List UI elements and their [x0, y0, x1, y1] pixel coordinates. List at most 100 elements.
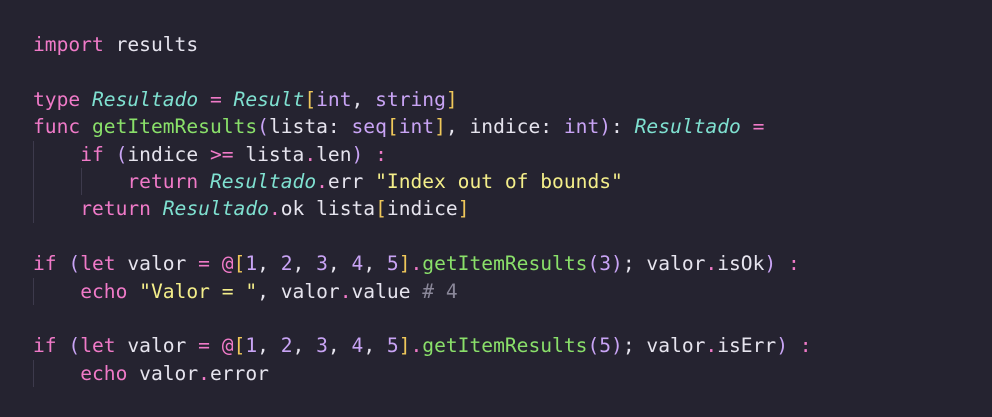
code-token-punct: :	[611, 115, 623, 139]
code-token-operator: :	[788, 252, 800, 276]
code-token-number: 4	[351, 334, 364, 358]
code-token-prop: ok	[280, 197, 305, 221]
indent-guide	[33, 359, 34, 388]
code-token-paren: )	[599, 115, 612, 139]
code-token-plain: ; valor	[622, 252, 706, 276]
code-token-operator: .	[410, 334, 423, 358]
code-token-punct: ,	[363, 334, 387, 358]
code-lines: import results type Resultado = Result[i…	[33, 31, 992, 388]
code-token-operator: =	[752, 115, 765, 139]
code-token-operator: =	[209, 87, 222, 111]
code-token-func: getItemResults	[422, 334, 588, 358]
code-token-plain: lista	[304, 197, 376, 221]
code-token-builtin: int	[398, 115, 435, 139]
code-token-func: getItemResults	[422, 252, 588, 276]
code-line-5: if (indice >= lista.len) :	[33, 140, 992, 168]
code-token-bracket: [	[304, 87, 317, 111]
indent-guide	[33, 140, 34, 168]
code-line-6: return Resultado.err "Index out of bound…	[33, 167, 992, 196]
code-token-paren: (	[68, 252, 81, 276]
code-token-plain: valor	[115, 334, 199, 358]
code-token-number: 2	[280, 252, 293, 276]
code-token-number: 1	[245, 252, 258, 276]
code-token-type: Resultado	[162, 197, 269, 221]
code-token-operator: .	[268, 197, 281, 221]
code-line-1: import results	[33, 31, 992, 58]
code-token-keyword: echo	[80, 279, 128, 303]
code-editor[interactable]: import results type Resultado = Result[i…	[0, 0, 992, 417]
code-token-plain: lista	[268, 115, 328, 139]
code-token-plain: valor	[115, 252, 199, 276]
code-token-plain: , valor	[257, 279, 340, 303]
code-token-punct: ,	[257, 334, 281, 358]
code-token-prop: value	[351, 279, 411, 303]
code-token-paren: (	[68, 334, 81, 358]
code-token-keyword: return	[80, 197, 151, 221]
code-token-operator: =	[198, 252, 210, 276]
indent-guide	[33, 167, 34, 196]
code-token-plain: indice	[127, 142, 199, 166]
code-token-keyword: func	[33, 115, 81, 139]
code-token-plain: valor	[127, 361, 199, 385]
code-token-prop: err	[327, 169, 364, 193]
code-token-prop: isErr	[717, 334, 777, 358]
code-line-12: if (let valor = @[1, 2, 3, 4, 5].getItem…	[33, 332, 992, 359]
code-token-keyword: if	[80, 142, 104, 166]
code-token-string: "Valor = "	[139, 279, 258, 303]
code-token-bracket: ]	[434, 115, 446, 139]
code-token-punct: ,	[292, 252, 317, 276]
code-token-operator: .	[316, 169, 328, 193]
code-token-paren: )	[764, 252, 777, 276]
code-token-operator: =	[198, 334, 210, 358]
code-token-punct: ,	[351, 87, 376, 111]
code-token-number: 1	[245, 334, 258, 358]
code-line-9: if (let valor = @[1, 2, 3, 4, 5].getItem…	[33, 250, 992, 277]
code-token-punct: ,	[292, 334, 317, 358]
indent-guide	[81, 167, 82, 196]
indent-guide	[33, 195, 34, 223]
code-token-bracket: ]	[398, 252, 411, 276]
code-token-plain: results	[103, 33, 199, 56]
code-token-operator: :	[375, 142, 387, 166]
code-token-number: 3	[316, 334, 328, 358]
code-token-operator: .	[410, 252, 423, 276]
code-token-paren: )	[776, 334, 788, 358]
code-token-keyword: if	[33, 252, 57, 276]
code-token-prop: isOk	[717, 252, 765, 276]
code-token-plain: indice	[469, 115, 541, 139]
code-token-operator: >=	[209, 142, 234, 166]
code-token-builtin: seq	[351, 115, 387, 139]
code-token-paren: (	[115, 142, 128, 166]
code-token-builtin: string	[375, 87, 446, 111]
code-token-punct: ,	[363, 252, 387, 276]
code-token-string: "Index out of bounds"	[375, 169, 623, 193]
code-token-type: Resultado	[91, 87, 199, 111]
code-token-paren: (	[587, 252, 600, 276]
code-token-paren: )	[611, 252, 623, 276]
code-token-plain: ; valor	[622, 334, 706, 358]
code-token-operator: :	[799, 334, 812, 358]
indent-guide	[33, 277, 34, 305]
code-token-func: getItemResults	[91, 115, 258, 139]
code-token-operator: .	[339, 279, 352, 303]
code-token-bracket: ]	[445, 87, 458, 111]
code-token-prop: error	[209, 361, 269, 385]
